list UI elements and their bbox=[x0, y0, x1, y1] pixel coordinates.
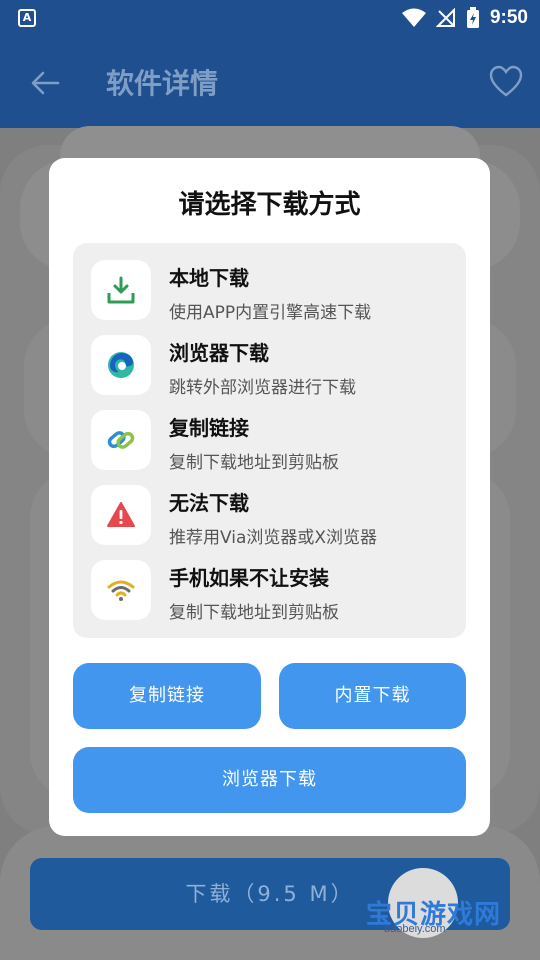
watermark-url: baobeiy.com bbox=[384, 923, 446, 935]
option-subtitle: 跳转外部浏览器进行下载 bbox=[169, 378, 356, 398]
copy-link-button[interactable]: 复制链接 bbox=[73, 663, 261, 729]
wifi-signal-icon bbox=[91, 560, 151, 620]
option-subtitle: 复制下载地址到剪贴板 bbox=[169, 603, 339, 623]
option-title: 无法下载 bbox=[169, 491, 249, 515]
page-title: 软件详情 bbox=[106, 67, 219, 100]
wifi-icon bbox=[401, 8, 426, 27]
app-notification-icon: A bbox=[18, 9, 36, 27]
option-install-blocked[interactable]: 手机如果不让安装 复制下载地址到剪贴板 bbox=[73, 558, 466, 633]
app-bar: 软件详情 bbox=[0, 36, 540, 128]
status-bar: A 9:50 bbox=[0, 0, 540, 36]
battery-charging-icon bbox=[466, 7, 479, 28]
download-method-dialog: 请选择下载方式 本地下载 使用APP内置引擎高速下载 浏览器下载 跳转外部浏览器… bbox=[49, 158, 490, 836]
builtin-download-button[interactable]: 内置下载 bbox=[279, 663, 466, 729]
edge-browser-icon bbox=[91, 335, 151, 395]
option-title: 浏览器下载 bbox=[169, 341, 269, 365]
arrow-left-icon[interactable] bbox=[28, 66, 62, 100]
download-tray-icon bbox=[91, 260, 151, 320]
warning-triangle-icon bbox=[91, 485, 151, 545]
heart-outline-icon[interactable] bbox=[488, 64, 524, 100]
clock: 9:50 bbox=[489, 7, 528, 28]
dialog-title: 请选择下载方式 bbox=[178, 190, 361, 220]
signal-off-icon bbox=[435, 8, 455, 27]
option-subtitle: 推荐用Via浏览器或X浏览器 bbox=[169, 528, 378, 548]
status-icons: 9:50 bbox=[401, 6, 528, 30]
option-subtitle: 使用APP内置引擎高速下载 bbox=[169, 303, 372, 323]
option-cannot-download[interactable]: 无法下载 推荐用Via浏览器或X浏览器 bbox=[73, 483, 466, 558]
option-title: 本地下载 bbox=[169, 266, 249, 290]
option-browser-download[interactable]: 浏览器下载 跳转外部浏览器进行下载 bbox=[73, 333, 466, 408]
browser-download-button[interactable]: 浏览器下载 bbox=[73, 747, 466, 813]
watermark: 宝贝游戏网 baobeiy.com bbox=[366, 868, 516, 948]
option-title: 复制链接 bbox=[169, 416, 249, 440]
link-icon bbox=[91, 410, 151, 470]
option-subtitle: 复制下载地址到剪贴板 bbox=[169, 453, 339, 473]
option-local-download[interactable]: 本地下载 使用APP内置引擎高速下载 bbox=[73, 258, 466, 333]
option-copy-link[interactable]: 复制链接 复制下载地址到剪贴板 bbox=[73, 408, 466, 483]
download-options-list: 本地下载 使用APP内置引擎高速下载 浏览器下载 跳转外部浏览器进行下载 复制链… bbox=[73, 243, 466, 638]
option-title: 手机如果不让安装 bbox=[169, 566, 329, 590]
